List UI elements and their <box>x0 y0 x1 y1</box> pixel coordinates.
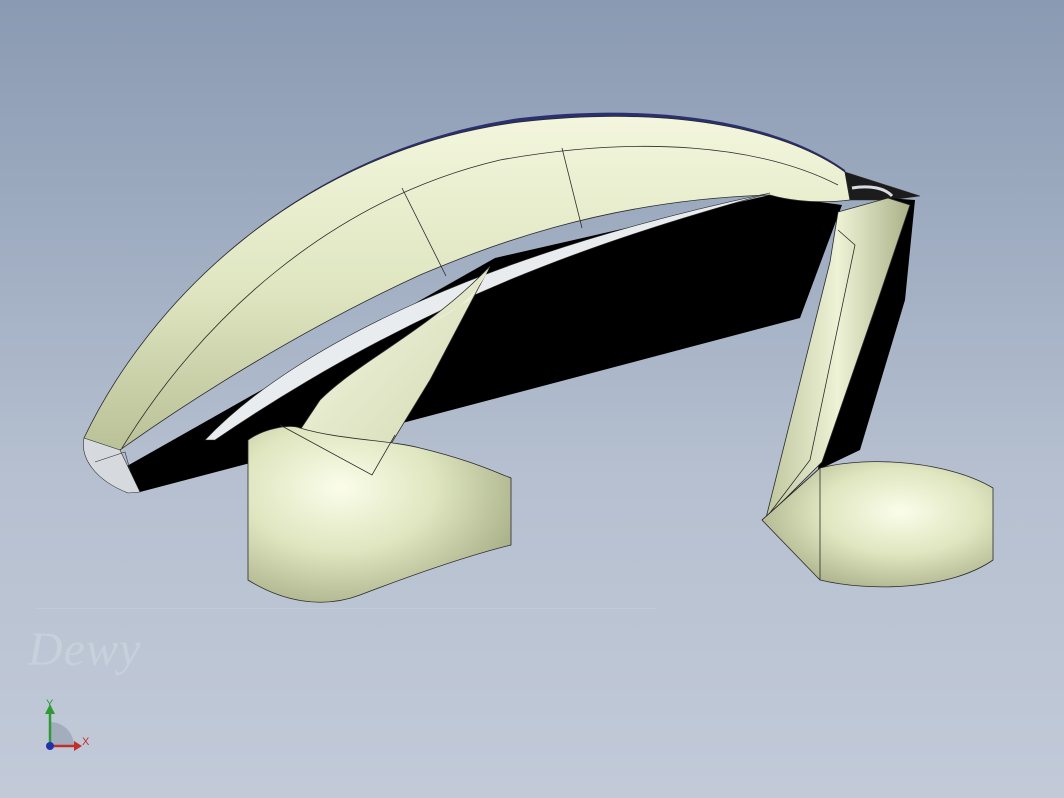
3d-model[interactable] <box>0 0 1064 798</box>
x-axis-label: X <box>82 736 90 748</box>
y-axis-label: Y <box>46 698 54 710</box>
graphics-viewport[interactable]: Dewy Y X <box>0 0 1064 798</box>
z-axis-dot <box>46 742 54 750</box>
watermark-text: Dewy <box>28 623 142 676</box>
left-engine-pod[interactable] <box>247 426 512 603</box>
ground-reflection-line <box>36 608 656 609</box>
x-axis-arrow <box>74 741 82 751</box>
